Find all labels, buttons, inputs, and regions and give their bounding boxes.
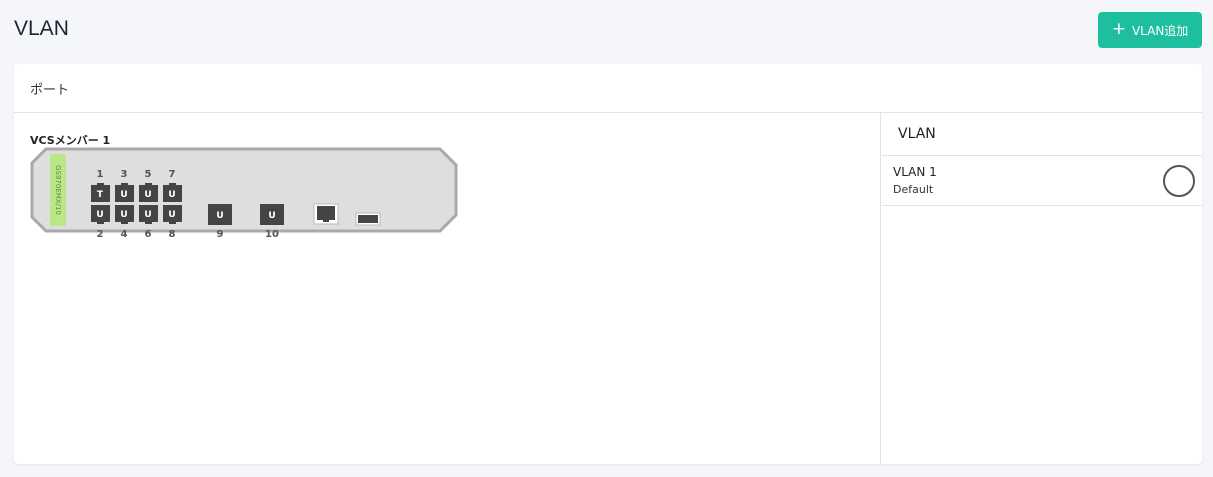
- port-5[interactable]: U: [139, 183, 158, 202]
- port-3[interactable]: U: [115, 183, 134, 202]
- vlan-description: Default: [893, 183, 934, 196]
- port-2[interactable]: U: [91, 205, 110, 224]
- plus-icon: +: [1111, 18, 1126, 39]
- port-6-tag: U: [144, 210, 151, 220]
- port-7-number: 7: [169, 169, 176, 180]
- port-5-number: 5: [145, 169, 152, 180]
- switch-pane: VCSメンバー 1 GS970EMX/10 1 3 5 7 T U U U U …: [14, 113, 881, 464]
- port-3-number: 3: [121, 169, 128, 180]
- port-1[interactable]: T: [91, 183, 110, 202]
- vlan-panel: VLAN VLAN 1 Default: [882, 113, 1202, 464]
- vlan-panel-title: VLAN: [898, 126, 936, 142]
- port-10[interactable]: U: [260, 204, 284, 225]
- ports-card-title: ポート: [30, 82, 70, 98]
- port-4-number: 4: [121, 229, 128, 237]
- port-6[interactable]: U: [139, 205, 158, 224]
- model-label: GS970EMX/10: [54, 165, 62, 215]
- vcs-member-label: VCSメンバー 1: [30, 134, 111, 147]
- switch-front-panel: GS970EMX/10 1 3 5 7 T U U U U U U U U U …: [30, 147, 458, 237]
- port-9-tag: U: [216, 211, 223, 221]
- port-8-number: 8: [169, 229, 176, 237]
- port-7[interactable]: U: [163, 183, 182, 202]
- vlan-list-item[interactable]: VLAN 1 Default: [882, 156, 1202, 206]
- ports-card-header: ポート: [14, 64, 1202, 113]
- port-8[interactable]: U: [163, 205, 182, 224]
- page-title: VLAN: [14, 17, 69, 40]
- console-port: [355, 212, 381, 226]
- port-2-tag: U: [96, 210, 103, 220]
- add-vlan-label: VLAN追加: [1131, 23, 1189, 38]
- port-4-tag: U: [120, 210, 127, 220]
- port-5-tag: U: [144, 190, 151, 200]
- port-8-tag: U: [168, 210, 175, 220]
- port-10-tag: U: [268, 211, 275, 221]
- port-9-number: 9: [217, 229, 224, 237]
- port-1-number: 1: [97, 169, 104, 180]
- add-vlan-button[interactable]: + VLAN追加: [1098, 12, 1202, 48]
- port-9[interactable]: U: [208, 204, 232, 225]
- port-10-number: 10: [265, 229, 279, 237]
- port-7-tag: U: [168, 190, 175, 200]
- port-4[interactable]: U: [115, 205, 134, 224]
- vlan-panel-header: VLAN: [882, 113, 1202, 156]
- vlan-select-radio[interactable]: [1163, 165, 1195, 197]
- management-port: [313, 203, 339, 225]
- vlan-name: VLAN 1: [893, 165, 937, 179]
- port-6-number: 6: [145, 229, 152, 237]
- port-2-number: 2: [97, 229, 104, 237]
- port-1-tag: T: [97, 190, 104, 200]
- ports-card: ポート VCSメンバー 1 GS970EMX/10 1 3 5 7 T U U …: [14, 64, 1202, 464]
- port-3-tag: U: [120, 190, 127, 200]
